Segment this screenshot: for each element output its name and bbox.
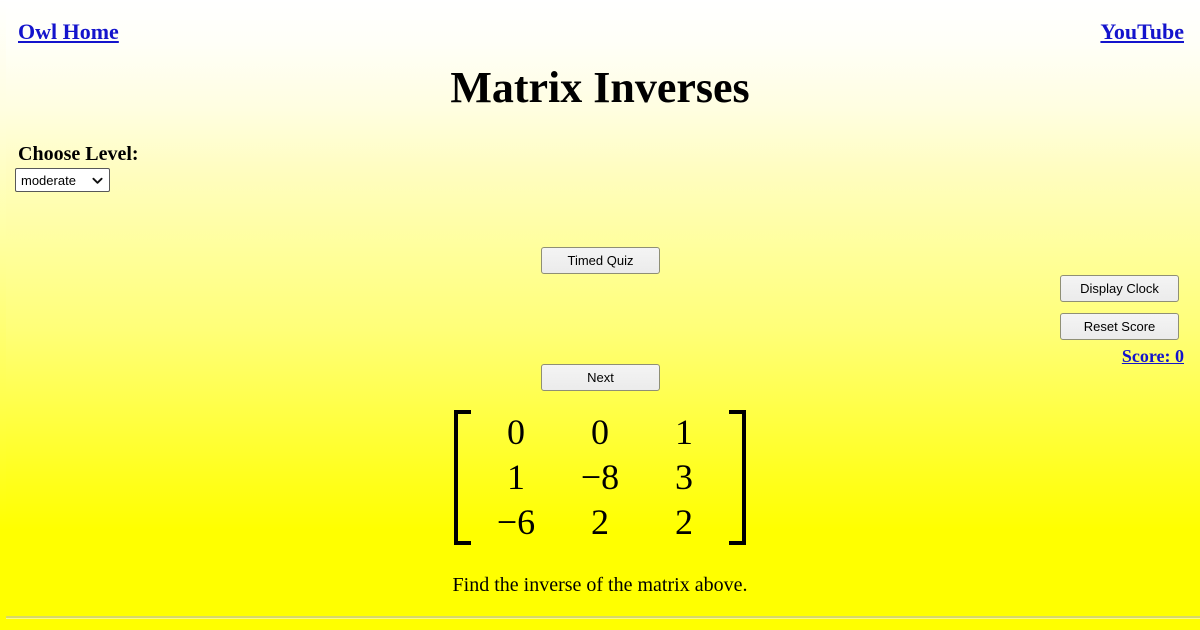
matrix-cell: 1 — [507, 457, 525, 497]
matrix-display: 0 0 1 1 −8 3 −6 2 2 — [0, 410, 1200, 545]
matrix-cell: −6 — [496, 502, 536, 542]
reset-score-button[interactable]: Reset Score — [1060, 313, 1179, 340]
matrix-caption: Find the inverse of the matrix above. — [452, 574, 748, 596]
matrix-row: 0 0 1 — [474, 410, 726, 455]
matrix-cell: 0 — [507, 412, 525, 452]
owl-home-link[interactable]: Owl Home — [18, 19, 119, 45]
level-select[interactable]: moderate — [15, 168, 110, 192]
matrix-table: 0 0 1 1 −8 3 −6 2 2 — [474, 410, 726, 545]
matrix-cell: 2 — [591, 502, 609, 542]
matrix-cell: 0 — [591, 412, 609, 452]
matrix-cell: 2 — [675, 502, 693, 542]
matrix-cell: 1 — [675, 412, 693, 452]
youtube-link[interactable]: YouTube — [1100, 19, 1184, 45]
matrix-left-bracket — [450, 410, 472, 545]
page-title: Matrix Inverses — [450, 63, 750, 112]
matrix-cell: −8 — [580, 457, 620, 497]
matrix-row: −6 2 2 — [474, 500, 726, 545]
timed-quiz-button[interactable]: Timed Quiz — [541, 247, 660, 274]
bottom-divider-highlight — [6, 618, 1200, 619]
matrix-row: 1 −8 3 — [474, 455, 726, 500]
display-clock-button[interactable]: Display Clock — [1060, 275, 1179, 302]
next-button[interactable]: Next — [541, 364, 660, 391]
score-link[interactable]: Score: 0 — [1122, 346, 1184, 367]
choose-level-label: Choose Level: — [18, 143, 139, 165]
matrix-right-bracket — [728, 410, 750, 545]
matrix-inner: 0 0 1 1 −8 3 −6 2 2 — [450, 410, 750, 545]
matrix-cell: 3 — [675, 457, 693, 497]
